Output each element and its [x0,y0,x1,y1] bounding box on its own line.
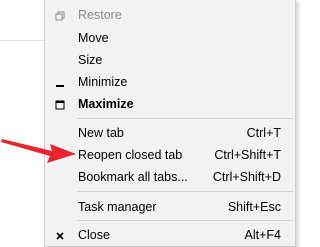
menu-item-label: Task manager [78,200,157,214]
menu-item-shortcut: Ctrl+Shift+T [214,148,281,162]
menu-item-shortcut: Alt+F4 [244,228,281,242]
menu-item-label: Minimize [78,75,128,89]
menu-separator [77,191,293,192]
background-divider [0,40,44,41]
menu-item-shortcut: Ctrl+Shift+D [212,170,281,184]
minimize-icon [53,72,67,93]
menu-item-new-tab[interactable]: New tab Ctrl+T [45,123,295,144]
menu-item-close[interactable]: Close Alt+F4 [45,225,295,246]
menu-item-move[interactable]: Move [45,28,295,49]
window-context-menu: Restore Move Size Minimize Maximize New … [44,0,296,247]
restore-icon [53,5,67,26]
menu-item-size[interactable]: Size [45,50,295,71]
menu-item-label: Maximize [78,97,134,111]
menu-item-label: Close [78,228,110,242]
maximize-icon [53,94,67,115]
close-icon [53,225,67,246]
menu-item-label: Move [78,31,109,45]
menu-item-reopen-closed-tab[interactable]: Reopen closed tab Ctrl+Shift+T [45,145,295,166]
background-window [0,0,44,246]
menu-item-shortcut: Shift+Esc [227,200,281,214]
menu-item-label: New tab [78,126,124,140]
menu-item-label: Size [78,53,103,67]
menu-item-label: Bookmark all tabs... [78,170,188,184]
menu-item-minimize[interactable]: Minimize [45,72,295,93]
annotation-arrow-icon [1,139,76,163]
menu-item-bookmark-all-tabs[interactable]: Bookmark all tabs... Ctrl+Shift+D [45,167,295,188]
menu-item-shortcut: Ctrl+T [246,126,281,140]
menu-separator [77,118,293,119]
menu-item-restore[interactable]: Restore [45,5,295,26]
menu-separator [77,220,293,221]
menu-item-maximize[interactable]: Maximize [45,94,295,115]
menu-item-task-manager[interactable]: Task manager Shift+Esc [45,197,295,218]
menu-item-label: Restore [78,8,122,22]
menu-item-label: Reopen closed tab [78,148,183,162]
